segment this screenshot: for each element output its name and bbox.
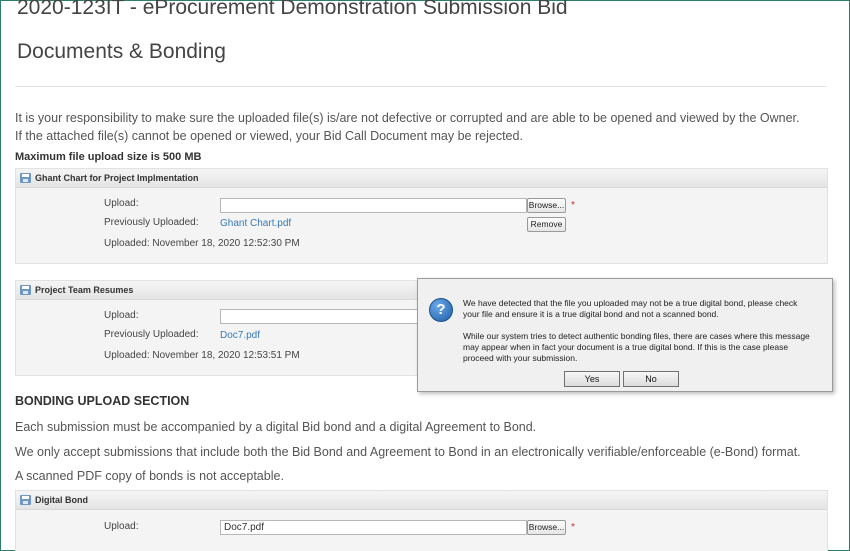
remove-button[interactable]: Remove <box>527 217 566 232</box>
save-disk-icon <box>20 495 31 505</box>
uploaded-timestamp: Uploaded: November 18, 2020 12:52:30 PM <box>104 238 300 249</box>
page-title: 2020-123IT - eProcurement Demonstration … <box>17 0 568 19</box>
browse-button[interactable]: Browse... <box>527 520 566 535</box>
uploaded-timestamp: Uploaded: November 18, 2020 12:53:51 PM <box>104 350 300 361</box>
upload-label: Upload: <box>104 198 139 209</box>
page-subtitle: Documents & Bonding <box>17 40 226 63</box>
yes-button[interactable]: Yes <box>564 371 620 387</box>
dialog-message-1: We have detected that the file you uploa… <box>463 298 798 319</box>
panel-header: Ghant Chart for Project Implmentation <box>16 169 827 188</box>
required-mark: * <box>571 200 575 211</box>
upload-file-input[interactable] <box>220 198 527 213</box>
upload-file-input[interactable]: Doc7.pdf <box>220 520 527 535</box>
required-mark: * <box>571 522 575 533</box>
bonding-line-1: Each submission must be accompanied by a… <box>15 420 537 434</box>
save-disk-icon <box>20 285 31 295</box>
panel-header: Digital Bond <box>16 491 827 510</box>
save-disk-icon <box>20 173 31 183</box>
panel-heading: Ghant Chart for Project Implmentation <box>35 173 199 183</box>
dialog-message-2: While our system tries to detect authent… <box>463 331 810 363</box>
divider <box>15 86 827 87</box>
previous-file-link[interactable]: Doc7.pdf <box>220 330 260 341</box>
previous-file-link[interactable]: Ghant Chart.pdf <box>220 218 291 229</box>
bonding-line-3: A scanned PDF copy of bonds is not accep… <box>15 469 284 483</box>
browse-button[interactable]: Browse... <box>527 198 566 213</box>
question-icon: ? <box>429 298 453 322</box>
bonding-line-2: We only accept submissions that include … <box>15 445 801 459</box>
previously-uploaded-label: Previously Uploaded: <box>104 329 199 340</box>
previously-uploaded-label: Previously Uploaded: <box>104 217 199 228</box>
upload-label: Upload: <box>104 310 139 321</box>
upload-panel-ghant-chart: Ghant Chart for Project Implmentation Up… <box>15 168 828 264</box>
panel-heading: Digital Bond <box>35 495 88 505</box>
intro-text: It is your responsibility to make sure t… <box>15 111 800 143</box>
max-size-note: Maximum file upload size is 500 MB <box>15 151 202 163</box>
panel-heading: Project Team Resumes <box>35 285 134 295</box>
bonding-section-title: BONDING UPLOAD SECTION <box>15 394 190 408</box>
upload-file-input[interactable] <box>220 309 420 324</box>
no-button[interactable]: No <box>623 371 679 387</box>
upload-panel-digital-bond: Digital Bond Upload: Doc7.pdf Browse... … <box>15 490 828 551</box>
digital-bond-warning-dialog: ? We have detected that the file you upl… <box>417 278 833 392</box>
upload-label: Upload: <box>104 521 139 532</box>
